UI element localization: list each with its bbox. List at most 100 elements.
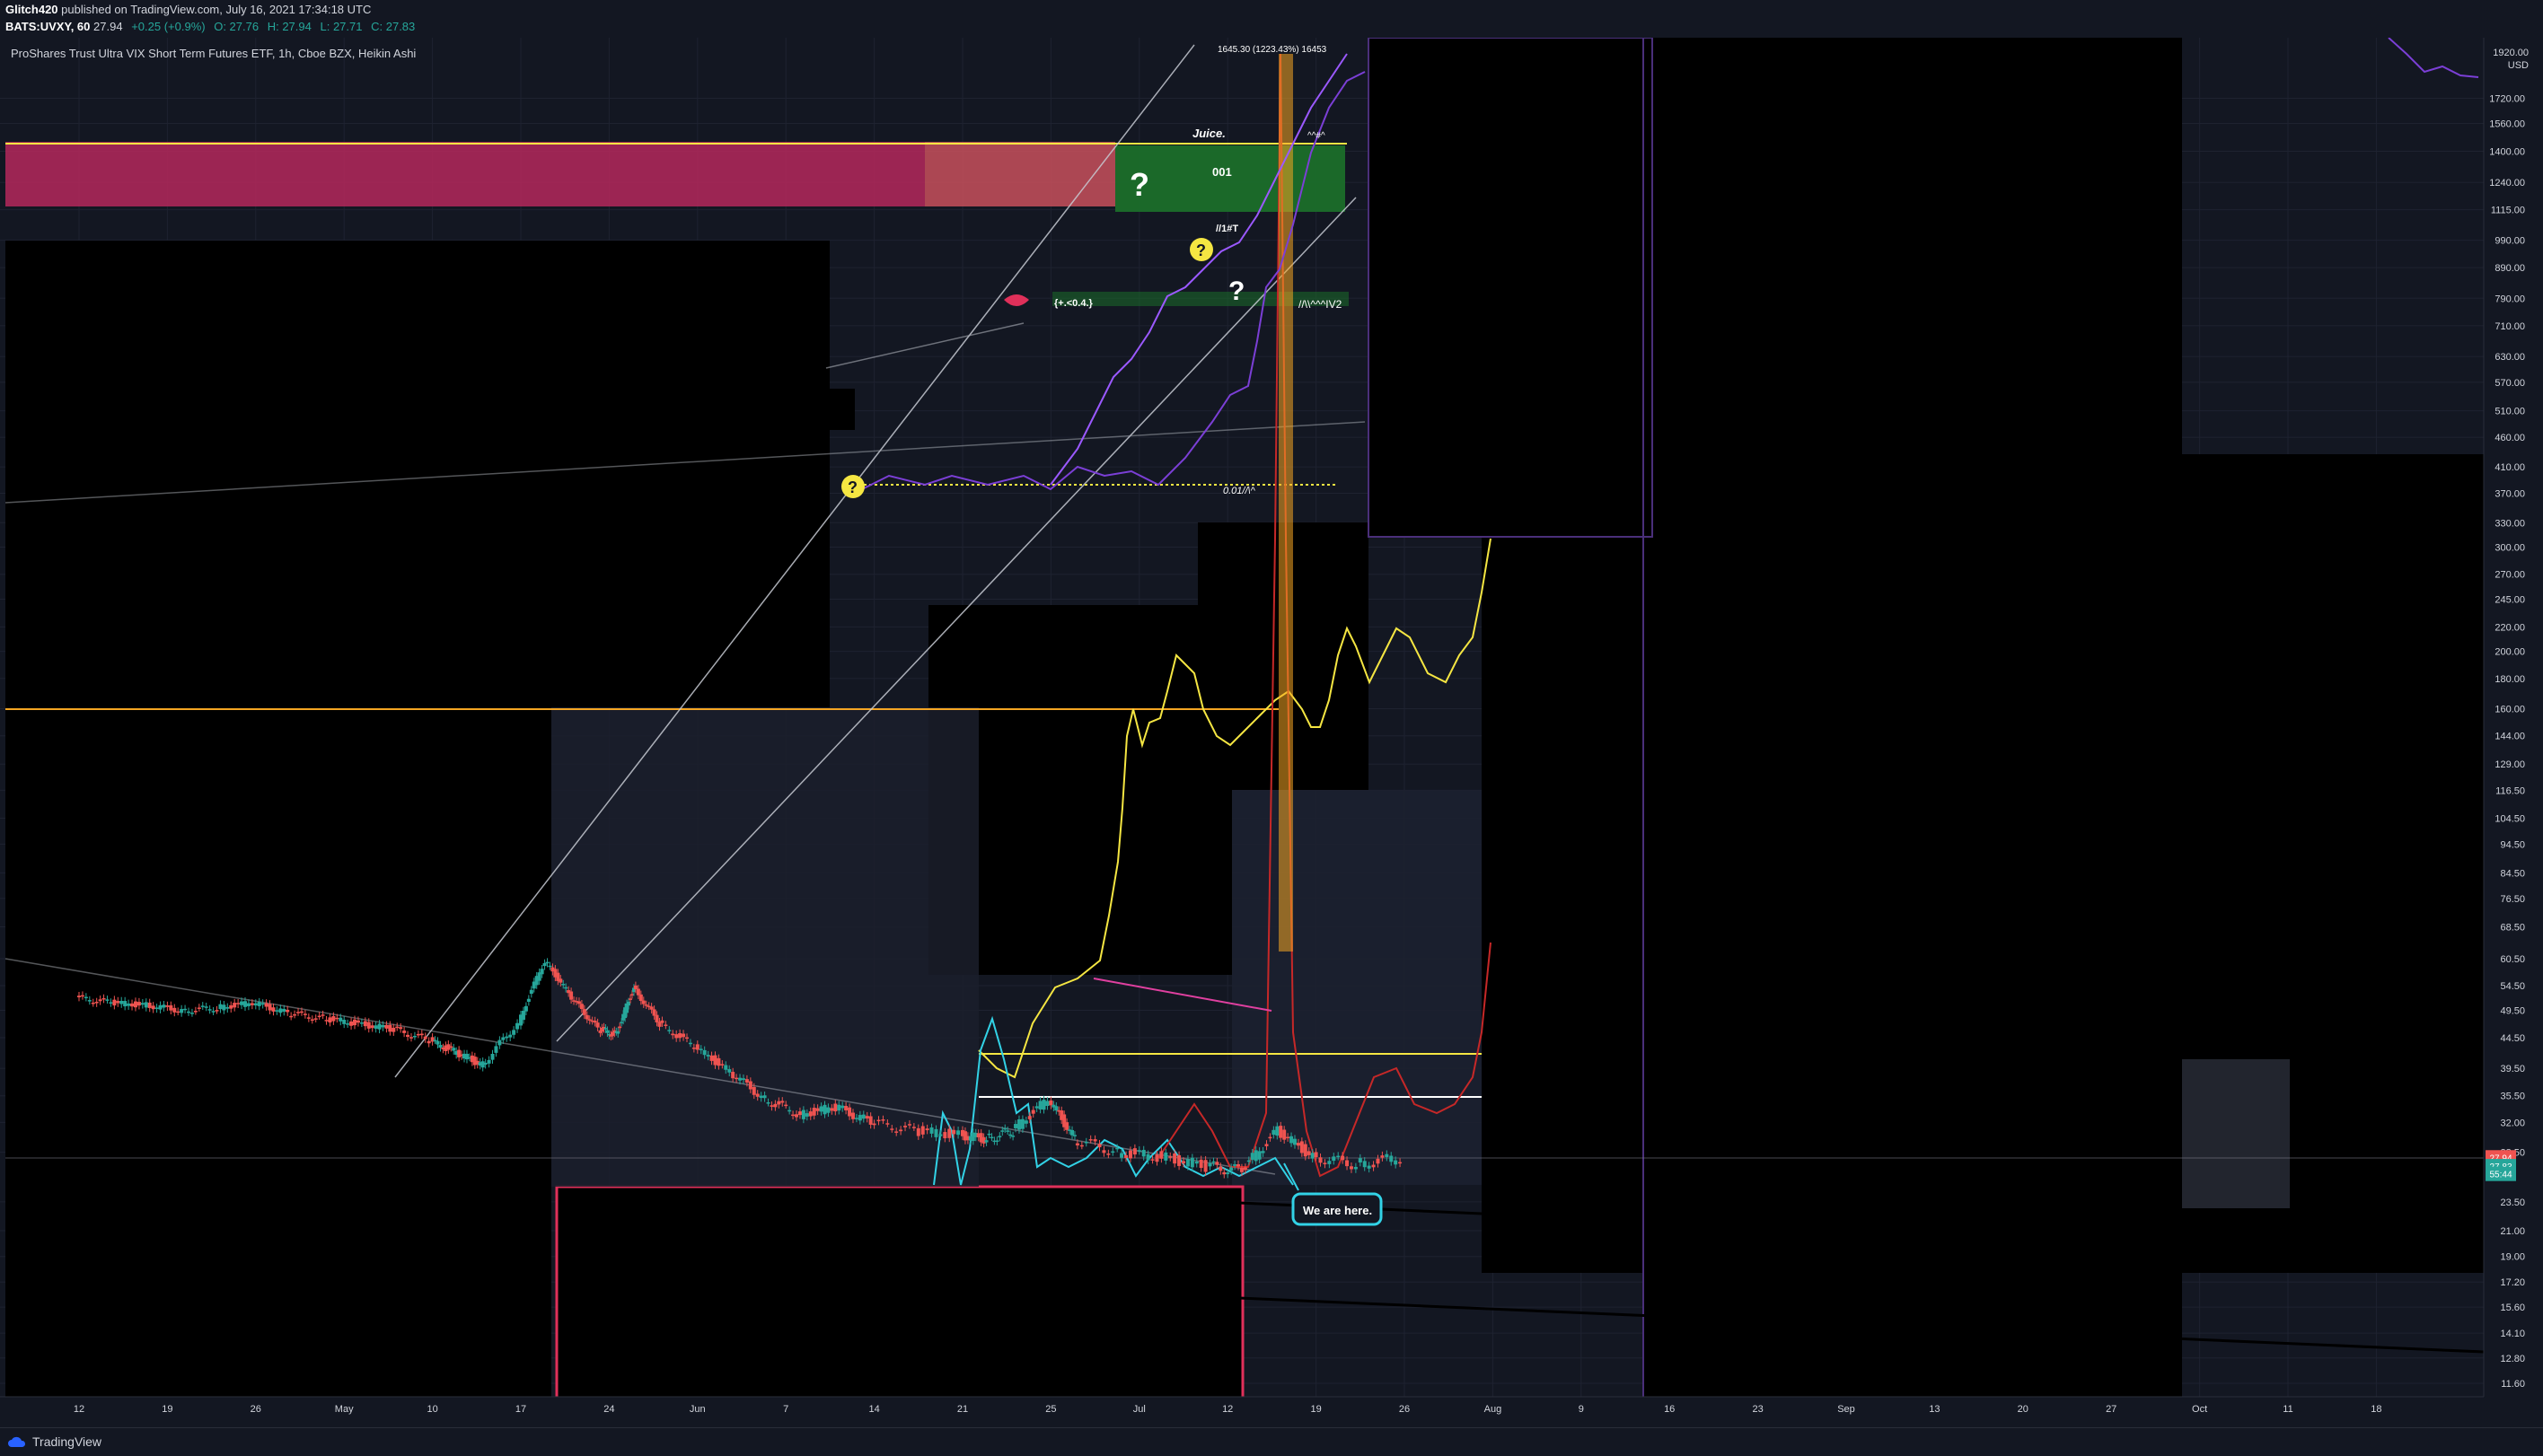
candle-up <box>218 1004 223 1010</box>
y-tick-label: 104.50 <box>2495 814 2525 825</box>
candle-up <box>1120 1153 1124 1158</box>
note-d: {+.<0.4.} <box>1054 298 1094 309</box>
candle-up <box>699 1048 703 1050</box>
candle-down <box>815 1108 820 1111</box>
candle-down <box>890 1128 894 1130</box>
candle-up <box>1006 1130 1010 1132</box>
candle-down <box>286 1009 290 1013</box>
candle-down <box>1097 1144 1102 1148</box>
pink-resistance-zone <box>5 142 925 206</box>
candle-down <box>299 1011 304 1013</box>
candle-down <box>1303 1144 1307 1157</box>
candle-up <box>377 1023 382 1030</box>
candle-down <box>755 1093 760 1097</box>
candle-up <box>1141 1149 1146 1157</box>
candle-down <box>682 1033 686 1038</box>
candle-up <box>1054 1106 1059 1111</box>
candle-up <box>956 1130 961 1136</box>
candle-down <box>233 1003 237 1008</box>
candle-down <box>402 1031 407 1033</box>
y-tick-label: 15.60 <box>2500 1303 2525 1313</box>
candle-up <box>1332 1156 1336 1162</box>
candle-down <box>193 1011 198 1013</box>
juice-label: Juice. <box>1192 127 1226 140</box>
candle-up <box>162 1004 166 1008</box>
candle-up <box>627 1001 631 1006</box>
candle-up <box>1003 1127 1008 1130</box>
candle-down <box>720 1064 725 1066</box>
candle-up <box>1289 1136 1294 1144</box>
y-tick-label: 1240.00 <box>2489 178 2525 189</box>
author-name[interactable]: Glitch420 <box>5 3 58 16</box>
y-tick-label: 300.00 <box>2495 543 2525 554</box>
candle-down <box>1264 1144 1269 1146</box>
candle-up <box>342 1020 347 1024</box>
candle-up <box>738 1077 743 1081</box>
candle-down <box>633 985 638 989</box>
candle-down <box>865 1116 869 1119</box>
candle-down <box>808 1111 813 1117</box>
price-labels: 27.9427.8355:44 <box>2486 1150 2516 1181</box>
y-tick-label: 330.00 <box>2495 518 2525 529</box>
candle-up <box>200 1005 205 1007</box>
x-tick-label: May <box>335 1404 354 1415</box>
candle-up <box>487 1059 491 1064</box>
symbol-line: BATS:UVXY, 60 27.94 +0.25 (+0.9%) O: 27.… <box>5 20 420 33</box>
candle-up <box>998 1136 1002 1138</box>
candle-up <box>246 1003 251 1006</box>
candle-down <box>770 1105 774 1107</box>
candle-down <box>1065 1122 1069 1130</box>
candle-up <box>512 1030 516 1035</box>
tradingview-logo[interactable]: TradingView <box>7 1434 101 1449</box>
y-tick-label: 129.00 <box>2495 759 2525 770</box>
candle-up <box>526 998 531 1003</box>
candle-down <box>752 1086 756 1095</box>
candle-up <box>105 999 110 1001</box>
y-tick-label: 1560.00 <box>2489 118 2525 129</box>
y-tick-label: 14.10 <box>2500 1329 2525 1339</box>
open-value: O: 27.76 <box>214 20 260 33</box>
y-tick-label: 84.50 <box>2500 868 2525 879</box>
chart-canvas[interactable]: ? ? ? ? Juice. 001 1645.30 (1223.43%) 16… <box>0 38 2543 1427</box>
x-tick-label: 19 <box>1310 1404 1321 1415</box>
candle-down <box>250 1003 254 1005</box>
candle-down <box>1380 1155 1385 1158</box>
candle-down <box>671 1033 675 1036</box>
candle-down <box>310 1019 314 1022</box>
candle-down <box>133 1001 137 1008</box>
candle-down <box>1215 1162 1219 1165</box>
candle-down <box>655 1014 659 1022</box>
candle-up <box>861 1114 866 1119</box>
candle-down <box>1398 1162 1403 1164</box>
candle-down <box>1318 1157 1323 1163</box>
x-tick-label: 7 <box>783 1404 788 1415</box>
candle-up <box>934 1128 938 1137</box>
candle-up <box>515 1022 520 1030</box>
candle-down <box>303 1013 307 1015</box>
candle-up <box>257 1002 261 1006</box>
candle-down <box>582 1009 586 1015</box>
candle-up <box>540 969 544 975</box>
candle-down <box>638 994 643 1002</box>
candle-up <box>346 1023 350 1025</box>
candle-up <box>119 1000 124 1004</box>
candle-down <box>848 1107 852 1117</box>
candle-up <box>483 1062 488 1066</box>
x-tick-label: 11 <box>2283 1404 2292 1415</box>
candle-up <box>1038 1101 1043 1110</box>
pink-zone-light <box>925 142 1115 206</box>
legend-title: ProShares Trust Ultra VIX Short Term Fut… <box>11 47 417 60</box>
x-tick-label: 20 <box>2018 1404 2028 1415</box>
candle-down <box>907 1124 911 1126</box>
candle-up <box>1014 1124 1018 1128</box>
candle-down <box>1079 1145 1084 1147</box>
candle-down <box>777 1101 781 1105</box>
candle-up <box>1034 1106 1039 1109</box>
candle-up <box>1190 1157 1194 1168</box>
candle-up <box>1254 1150 1258 1162</box>
candle-down <box>850 1112 855 1119</box>
candle-up <box>1358 1158 1362 1162</box>
candle-down <box>1371 1164 1376 1168</box>
candle-down <box>1093 1139 1097 1142</box>
candle-down <box>427 1040 431 1044</box>
